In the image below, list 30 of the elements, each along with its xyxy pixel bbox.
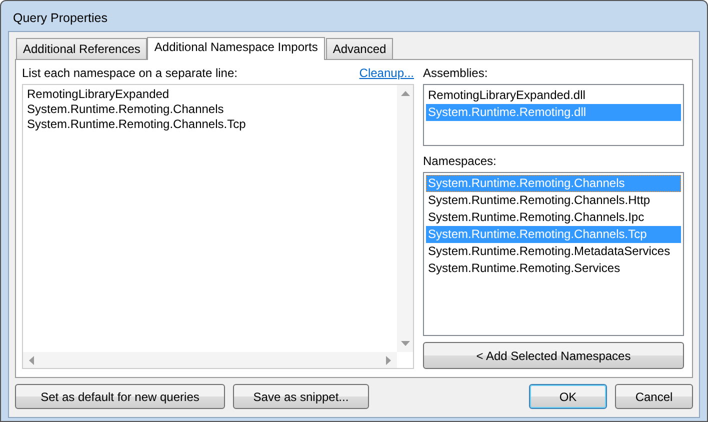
list-item[interactable]: System.Runtime.Remoting.Channels.Http [426,192,681,209]
editor-line: System.Runtime.Remoting.Channels [27,102,225,117]
tab[interactable]: Additional References [16,38,148,59]
right-arrow-icon[interactable] [386,356,391,364]
up-arrow-icon[interactable] [400,91,410,96]
assemblies-list[interactable]: RemotingLibraryExpanded.dll System.Runtime.Remoting.dll [423,84,684,146]
tab[interactable]: Advanced [326,38,394,59]
dialog-button[interactable]: Cancel [615,384,693,409]
assemblies-label: Assemblies: [423,66,488,82]
list-item[interactable]: System.Runtime.Remoting.MetadataServices [426,243,681,260]
add-selected-namespaces-button[interactable]: < Add Selected Namespaces [423,342,684,369]
left-arrow-icon[interactable] [29,356,34,364]
editor-line: RemotingLibraryExpanded [27,87,170,102]
dialog-button[interactable]: OK [529,384,607,409]
editor-label: List each namespace on a separate line: [22,66,238,82]
down-arrow-icon[interactable] [400,341,410,346]
namespaces-list[interactable] [423,172,684,336]
window-title: Query Properties [12,10,108,27]
namespace-editor[interactable]: RemotingLibraryExpanded System.Runtime.Remoting.Channels System.Runtime.Remoting.Channels.Tcp [22,84,414,369]
list-item[interactable]: RemotingLibraryExpanded.dll [426,87,681,104]
footer-button[interactable]: Set as default for new queries [15,384,225,409]
tab[interactable]: Additional Namespace Imports [147,37,325,60]
namespaces-label: Namespaces: [423,154,496,170]
list-item[interactable]: System.Runtime.Remoting.Channels.Ipc [426,209,681,226]
vertical-scrollbar[interactable] [397,85,413,352]
editor-line: System.Runtime.Remoting.Channels.Tcp [27,117,247,132]
cleanup-link[interactable]: Cleanup... [359,66,414,84]
horizontal-scrollbar[interactable] [23,352,397,368]
footer-button[interactable]: Save as snippet... [233,384,369,409]
list-item[interactable]: System.Runtime.Remoting.Services [426,260,681,277]
